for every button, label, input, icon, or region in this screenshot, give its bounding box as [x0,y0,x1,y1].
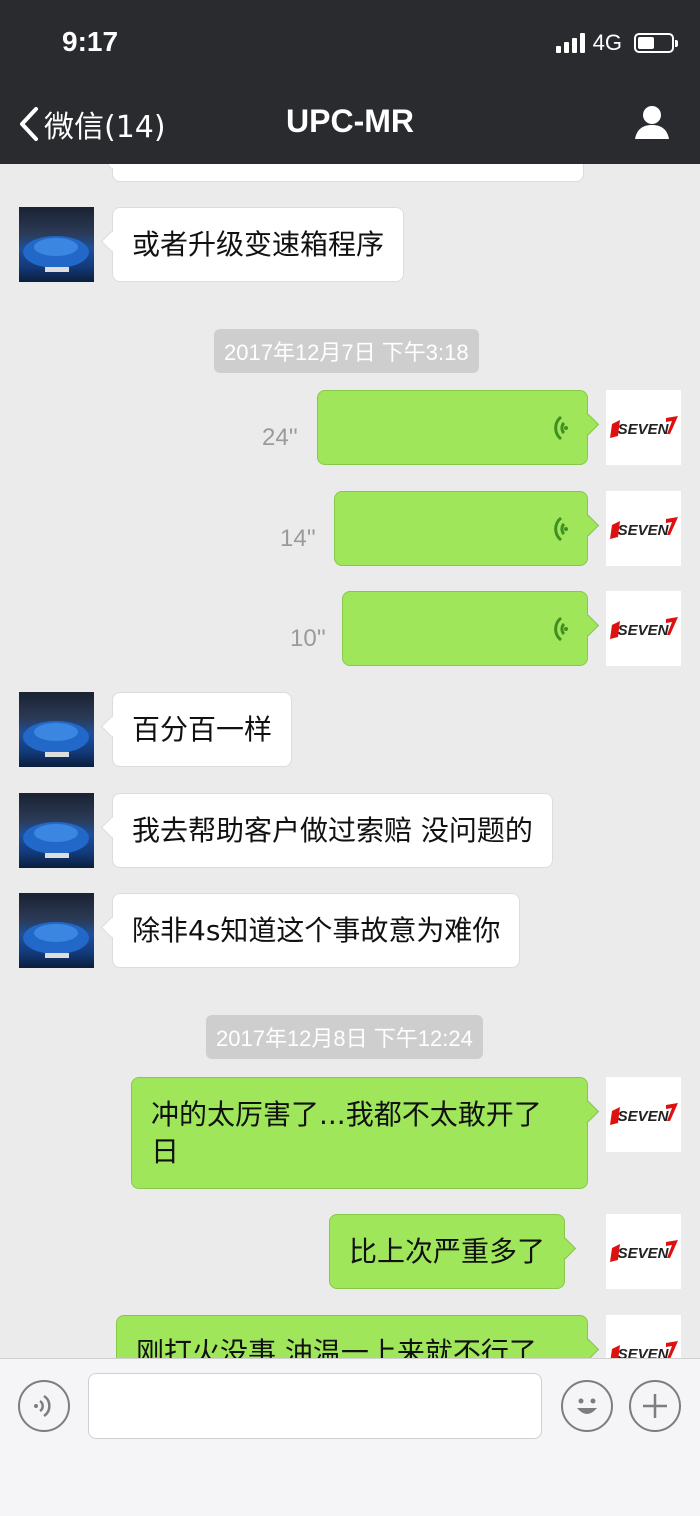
self-avatar-text: SEVEN [618,522,670,539]
contact-avatar[interactable] [19,893,94,968]
voice-wave-icon [554,415,568,441]
voice-message-bubble[interactable] [342,591,588,666]
voice-icon [34,1394,51,1418]
message-bubble: 我去帮助客户做过索赔 没问题的 [112,793,553,868]
voice-duration: 14'' [280,525,316,552]
more-button[interactable] [629,1380,681,1432]
voice-wave-icon [554,616,568,642]
self-avatar[interactable]: SEVEN [606,591,681,666]
self-avatar-text: SEVEN [618,1108,670,1125]
input-toolbar [0,1358,700,1516]
message-text: 刚打火没事 油温一上来就不行了 [136,1336,537,1358]
message-bubble: 除非4s知道这个事故意为难你 [112,893,521,968]
self-avatar[interactable]: SEVEN [606,1077,681,1152]
voice-input-button[interactable] [18,1380,70,1432]
battery-icon [634,33,678,53]
voice-wave-icon [554,516,568,542]
message-bubble: 比上次严重多了 [329,1214,566,1289]
emoji-button[interactable] [561,1380,613,1432]
message-text: 我去帮助客户做过索赔 没问题的 [132,814,533,847]
navigation-bar: 9:17 4G 微信(14) UPC-MR [0,0,700,164]
status-time: 9:17 [62,26,119,57]
message-text: 比上次严重多了 [349,1235,546,1268]
self-avatar-text: SEVEN [618,622,670,639]
contact-avatar[interactable] [19,692,94,767]
network-type: 4G [592,30,622,55]
self-avatar-text: SEVEN [618,1346,670,1358]
message-bubble: 或者升级变速箱程序 [112,207,405,282]
timestamp-chip: 2017年12月7日 下午3:18 [214,329,479,373]
timestamp-chip: 2017年12月8日 下午12:24 [206,1015,483,1059]
status-indicators: 4G [555,30,678,56]
message-bubble: 百分百一样 [112,692,293,767]
signal-icon [555,33,585,53]
voice-duration: 10'' [290,625,326,652]
voice-duration: 24'' [262,424,298,451]
chat-title: UPC-MR [286,103,414,139]
contact-avatar[interactable] [19,207,94,282]
emoji-icon [577,1398,597,1414]
chat-area[interactable]: 或者升级变速箱程序 2017年12月7日 下午3:18 24'' SEVEN 1… [0,164,700,1358]
message-text: 冲的太厉害了...我都不太敢开了日 [151,1098,542,1168]
self-avatar[interactable]: SEVEN [606,491,681,566]
message-text: 百分百一样 [132,713,273,746]
self-avatar-text: SEVEN [618,421,670,438]
self-avatar[interactable]: SEVEN [606,1315,681,1358]
self-avatar-text: SEVEN [618,1245,670,1262]
message-text: 或者升级变速箱程序 [132,228,385,261]
plus-icon [643,1394,667,1418]
contact-avatar[interactable] [19,793,94,868]
message-bubble: 刚打火没事 油温一上来就不行了 [116,1315,588,1358]
message-input[interactable] [88,1373,542,1439]
voice-message-bubble[interactable] [334,491,588,566]
voice-message-bubble[interactable] [317,390,588,465]
self-avatar[interactable]: SEVEN [606,390,681,465]
message-text: 除非4s知道这个事故意为难你 [132,914,501,947]
person-icon[interactable] [634,104,670,144]
message-bubble-partial [112,164,584,182]
message-bubble: 冲的太厉害了...我都不太敢开了日 [131,1077,588,1189]
self-avatar[interactable]: SEVEN [606,1214,681,1289]
